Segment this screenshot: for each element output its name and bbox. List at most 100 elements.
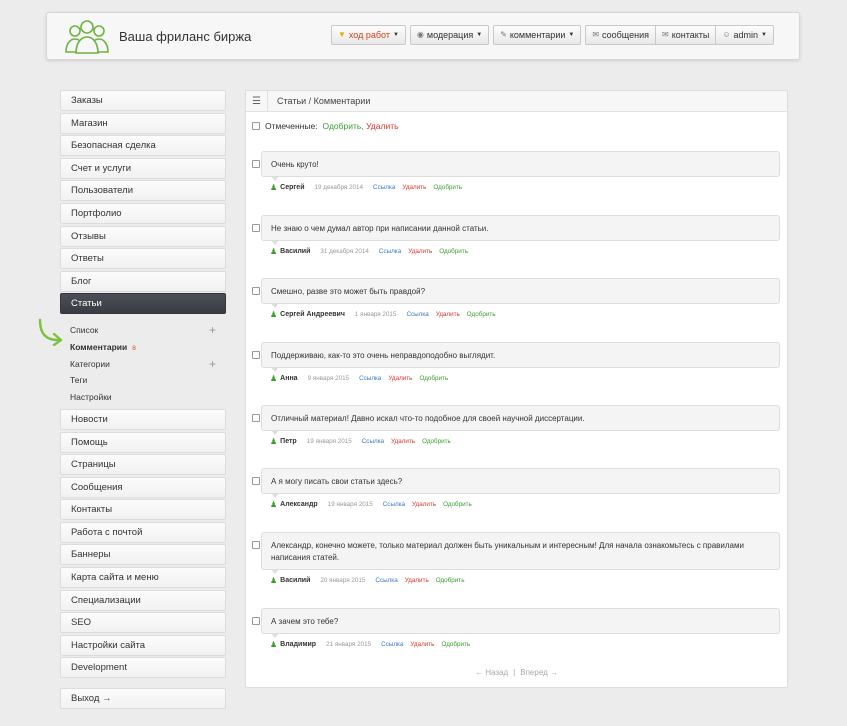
submenu-item-list[interactable]: Список + xyxy=(70,322,226,339)
sidebar-item-pages[interactable]: Страницы xyxy=(60,454,226,476)
sidebar-item-mail[interactable]: Работа с почтой xyxy=(60,521,226,543)
submenu-item-settings[interactable]: Настройки xyxy=(70,389,226,406)
comment-checkbox[interactable] xyxy=(252,414,260,422)
sidebar-item-orders[interactable]: Заказы xyxy=(60,90,226,111)
prev-page-link[interactable]: ← Назад xyxy=(475,668,508,677)
comment-checkbox[interactable] xyxy=(252,224,260,232)
comment-author[interactable]: Александр xyxy=(280,501,318,508)
comment-checkbox[interactable] xyxy=(252,351,260,359)
submenu-item-comments[interactable]: Комментарии 8 xyxy=(70,339,226,356)
comment-approve-link[interactable]: Одобрить xyxy=(441,641,470,648)
comment-author[interactable]: Владимир xyxy=(280,641,316,648)
nav-messages-button[interactable]: ✉ сообщения xyxy=(585,25,656,45)
comment-delete-link[interactable]: Удалить xyxy=(436,311,460,318)
sidebar-item-site-settings[interactable]: Настройки сайта xyxy=(60,634,226,656)
plus-icon[interactable]: + xyxy=(209,322,216,339)
sidebar-item-messages[interactable]: Сообщения xyxy=(60,476,226,498)
select-all-checkbox[interactable] xyxy=(252,122,260,130)
envelope-icon: ✉ xyxy=(592,30,600,39)
comment-author[interactable]: Василий xyxy=(280,248,310,255)
comment-checkbox[interactable] xyxy=(252,287,260,295)
sidebar-item-blog[interactable]: Блог xyxy=(60,270,226,292)
nav-label: контакты xyxy=(671,30,710,40)
comment-checkbox[interactable] xyxy=(252,541,260,549)
comment-meta: ♟ Петр 19 января 2015 Ссылка Удалить Одобрить xyxy=(270,437,451,446)
comment-text: Не знаю о чем думал автор при написании … xyxy=(271,224,489,233)
comment-date: 1 января 2015 xyxy=(354,311,397,318)
logout-button[interactable]: Выход → xyxy=(60,688,226,710)
caret-down-icon: ▼ xyxy=(568,32,575,38)
nav-comments-button[interactable]: ✎ комментарии ▼ xyxy=(493,25,582,45)
comment-approve-link[interactable]: Одобрить xyxy=(467,311,496,318)
pager-separator: | xyxy=(513,668,516,677)
sidebar-item-answers[interactable]: Ответы xyxy=(60,248,226,270)
nav-admin-button[interactable]: ☺ admin ▼ xyxy=(716,25,774,45)
comment-date: 9 января 2015 xyxy=(307,375,350,382)
comment-date: 19 декабря 2014 xyxy=(314,184,364,191)
comment-link[interactable]: Ссылка xyxy=(373,184,395,191)
sidebar-item-shop[interactable]: Магазин xyxy=(60,112,226,134)
comment-checkbox[interactable] xyxy=(252,160,260,168)
pagination: ← Назад | Вперед → xyxy=(246,668,787,677)
comment-link[interactable]: Ссылка xyxy=(375,577,397,584)
submenu-item-tags[interactable]: Теги xyxy=(70,372,226,389)
comment-author[interactable]: Петр xyxy=(280,438,297,445)
comment-author[interactable]: Анна xyxy=(280,375,297,382)
comment-approve-link[interactable]: Одобрить xyxy=(422,438,451,445)
bulk-approve-link[interactable]: Одобрить, xyxy=(323,121,364,131)
sidebar-item-billing[interactable]: Счет и услуги xyxy=(60,157,226,179)
comment-delete-link[interactable]: Удалить xyxy=(391,438,415,445)
submenu-item-categories[interactable]: Категории + xyxy=(70,356,226,373)
nav-label: ход работ xyxy=(348,30,390,40)
comment-meta: ♟ Владимир 21 января 2015 Ссылка Удалить Одоб… xyxy=(270,640,470,649)
comment-link[interactable]: Ссылка xyxy=(383,501,405,508)
comment-link[interactable]: Ссылка xyxy=(362,438,384,445)
nav-moderation-button[interactable]: ◉ модерация ▼ xyxy=(409,25,490,45)
comment-approve-link[interactable]: Одобрить xyxy=(443,501,472,508)
sidebar-item-seo[interactable]: SEO xyxy=(60,612,226,634)
sidebar-item-development[interactable]: Development xyxy=(60,657,226,679)
next-page-link[interactable]: Вперед → xyxy=(520,668,558,677)
eye-icon: ◉ xyxy=(416,30,424,39)
nav-contacts-button[interactable]: ✉ контакты xyxy=(655,25,717,45)
nav-progress-button[interactable]: ▼ ход работ ▼ xyxy=(330,25,406,45)
comment-approve-link[interactable]: Одобрить xyxy=(439,248,468,255)
comment-approve-link[interactable]: Одобрить xyxy=(419,375,448,382)
sidebar-item-portfolio[interactable]: Портфолио xyxy=(60,202,226,224)
bulk-delete-link[interactable]: Удалить xyxy=(366,121,398,131)
plus-icon[interactable]: + xyxy=(209,356,216,373)
sidebar-item-specializations[interactable]: Специализации xyxy=(60,589,226,611)
sidebar-item-articles[interactable]: Статьи xyxy=(60,293,226,315)
comment-delete-link[interactable]: Удалить xyxy=(410,641,434,648)
sidebar-item-contacts[interactable]: Контакты xyxy=(60,499,226,521)
logo-people-icon[interactable] xyxy=(63,19,111,55)
comment-delete-link[interactable]: Удалить xyxy=(402,184,426,191)
comment-checkbox[interactable] xyxy=(252,617,260,625)
comment-delete-link[interactable]: Удалить xyxy=(412,501,436,508)
comment-link[interactable]: Ссылка xyxy=(406,311,428,318)
sidebar-item-banners[interactable]: Баннеры xyxy=(60,544,226,566)
comment-author[interactable]: Василий xyxy=(280,577,310,584)
comment-delete-link[interactable]: Удалить xyxy=(408,248,432,255)
site-title[interactable]: Ваша фриланс биржа xyxy=(119,29,251,44)
comment-author[interactable]: Сергей xyxy=(280,184,304,191)
comment-link[interactable]: Ссылка xyxy=(379,248,401,255)
comment-author[interactable]: Сергей Андреевич xyxy=(280,311,345,318)
sidebar-item-users[interactable]: Пользователи xyxy=(60,180,226,202)
sidebar-item-sitemap[interactable]: Карта сайта и меню xyxy=(60,567,226,589)
sidebar-item-safe-deal[interactable]: Безопасная сделка xyxy=(60,135,226,157)
comment-link[interactable]: Ссылка xyxy=(381,641,403,648)
comment-delete-link[interactable]: Удалить xyxy=(388,375,412,382)
comment-checkbox[interactable] xyxy=(252,477,260,485)
hamburger-menu-icon[interactable]: ☰ xyxy=(246,90,268,112)
sidebar-item-news[interactable]: Новости xyxy=(60,408,226,430)
comment-delete-link[interactable]: Удалить xyxy=(405,577,429,584)
comment-approve-link[interactable]: Одобрить xyxy=(433,184,462,191)
comment-link[interactable]: Ссылка xyxy=(359,375,381,382)
user-icon: ♟ xyxy=(270,640,278,649)
sidebar-item-reviews[interactable]: Отзывы xyxy=(60,225,226,247)
comment-approve-link[interactable]: Одобрить xyxy=(436,577,465,584)
user-icon: ♟ xyxy=(270,576,278,585)
sidebar-item-help[interactable]: Помощь xyxy=(60,431,226,453)
comment-meta: ♟ Василий 20 января 2015 Ссылка Удалить Одобр… xyxy=(270,576,464,585)
